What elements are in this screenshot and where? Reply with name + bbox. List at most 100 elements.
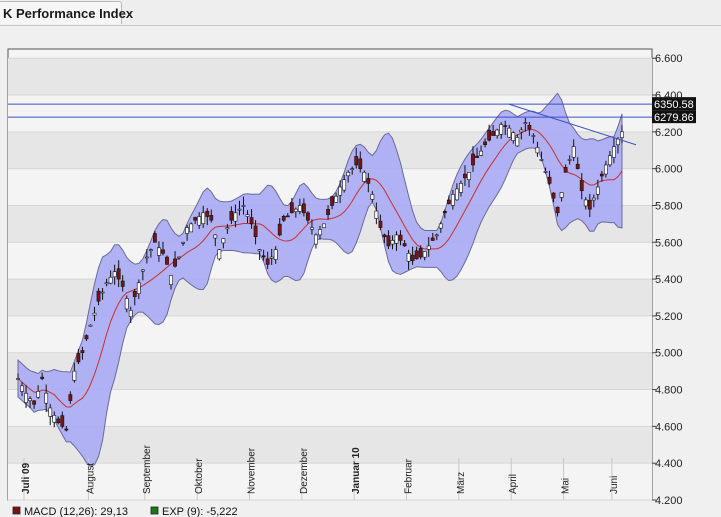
candle-body: [354, 156, 359, 166]
candle-body: [575, 163, 580, 169]
candle-body: [32, 400, 37, 405]
candle-body: [527, 124, 532, 130]
candle-body: [390, 240, 395, 245]
candle-body: [479, 150, 483, 156]
candle-body: [68, 394, 73, 401]
candle-body: [342, 179, 347, 191]
y-tick-label: 6.200: [655, 127, 683, 139]
y-tick-label: 4.200: [655, 495, 683, 507]
candle-body: [205, 210, 210, 217]
month-label: August: [85, 463, 96, 494]
candle-body: [116, 268, 121, 280]
candle-body: [20, 385, 24, 392]
candle-body: [40, 376, 45, 379]
candle-body: [450, 194, 455, 206]
candle-body: [358, 158, 363, 169]
candle-body: [394, 234, 399, 244]
macd-legend: MACD (12,26): 29,13 EXP (9): -5,222: [12, 506, 238, 517]
candle-body: [515, 137, 520, 147]
candle-body: [273, 249, 278, 260]
month-label: Dezember: [299, 447, 310, 494]
grid-band: [8, 463, 652, 500]
y-tick-label: 5.400: [655, 274, 683, 286]
candle-body: [217, 249, 222, 260]
exp-label: EXP (9): -5,222: [162, 506, 238, 517]
candle-body: [112, 271, 117, 278]
candle-body: [72, 370, 77, 381]
candle-body: [92, 312, 97, 316]
month-label: März: [456, 472, 467, 494]
candle-body: [237, 208, 242, 211]
y-tick-label: 6.000: [655, 164, 683, 176]
candle-body: [165, 256, 169, 265]
candle-body: [430, 237, 435, 241]
macd-swatch: [12, 506, 21, 515]
candle-body: [438, 223, 443, 229]
month-label: November: [246, 447, 257, 494]
month-label: Februar: [404, 458, 415, 494]
candle-body: [157, 247, 161, 256]
y-tick-label: 4.400: [655, 458, 683, 470]
y-tick-label: 5.000: [655, 348, 683, 360]
candle-body: [201, 212, 206, 224]
candle-body: [245, 214, 250, 217]
candle-body: [616, 138, 620, 146]
month-label: Mai: [561, 478, 572, 494]
grid-band: [8, 58, 652, 96]
candle-body: [281, 215, 286, 221]
candle-body: [378, 220, 383, 228]
candle-body: [88, 324, 93, 327]
candle-body: [136, 282, 141, 294]
candle-body: [189, 223, 194, 233]
candle-body: [338, 186, 343, 196]
candle-body: [24, 392, 28, 403]
candle-body: [563, 167, 568, 173]
price-label: 6279.86: [654, 112, 694, 124]
candle-body: [402, 243, 407, 247]
candle-body: [301, 203, 306, 214]
candle-body: [459, 183, 463, 193]
candle-body: [108, 276, 113, 284]
candle-body: [144, 256, 149, 259]
candle-body: [269, 256, 274, 259]
month-label: April: [508, 474, 519, 494]
candle-body: [56, 418, 61, 423]
y-tick-label: 6.600: [655, 53, 683, 65]
candle-body: [310, 227, 314, 230]
candle-body: [495, 129, 500, 136]
candle-body: [523, 122, 528, 124]
candle-body: [499, 124, 504, 135]
y-tick-label: 4.600: [655, 421, 683, 433]
candle-body: [543, 171, 548, 173]
month-label: Oktober: [194, 458, 205, 494]
candle-body: [265, 258, 270, 265]
candle-body: [511, 132, 516, 141]
grid-band: [8, 426, 652, 464]
candle-body: [414, 250, 419, 260]
candle-body: [322, 223, 326, 228]
candle-body: [209, 215, 214, 221]
candle-body: [124, 298, 129, 310]
candle-body: [213, 234, 218, 239]
candle-body: [314, 234, 318, 245]
candle-body: [253, 225, 258, 238]
candle-body: [334, 195, 339, 203]
candle-body: [229, 210, 234, 221]
month-label: Juni: [609, 476, 620, 494]
candle-body: [52, 415, 57, 423]
y-tick-label: 6.400: [655, 90, 683, 102]
candle-body: [475, 155, 479, 158]
candle-body: [16, 378, 20, 380]
candle-body: [100, 291, 105, 294]
candle-body: [36, 391, 41, 398]
candle-body: [442, 210, 447, 214]
candle-body: [80, 350, 85, 354]
candle-body: [128, 310, 133, 317]
y-tick-label: 5.200: [655, 311, 683, 323]
month-label: Juli 09: [21, 462, 32, 494]
candle-body: [471, 153, 475, 166]
candle-body: [426, 245, 431, 250]
candle-body: [346, 172, 351, 177]
candle-body: [96, 290, 101, 302]
candle-body: [583, 199, 588, 207]
